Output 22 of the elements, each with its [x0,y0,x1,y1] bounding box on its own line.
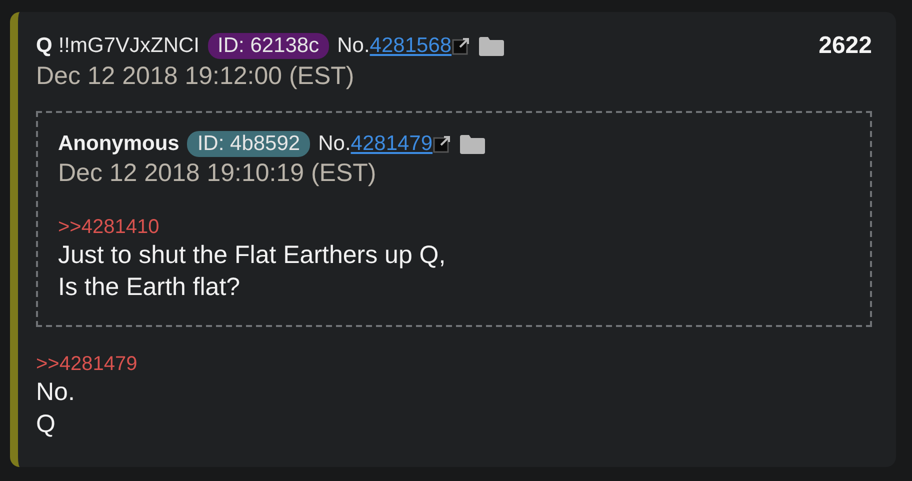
post-number-link[interactable]: 4281479 [350,132,433,156]
post-text: No. [36,377,76,408]
poster-name: Anonymous [58,132,180,156]
post-date: Dec 12 2018 19:10:19 (EST) [58,159,378,188]
post-text: Is the Earth flat? [58,272,242,303]
reply-link[interactable]: >>4281410 [58,216,160,239]
reply-link[interactable]: >>4281479 [36,353,138,376]
post-count: 2622 [818,32,872,60]
external-link-icon[interactable] [432,135,451,153]
folder-icon[interactable] [458,133,486,155]
poster-id-badge: ID: 62138c [208,33,330,59]
poster-id-badge: ID: 4b8592 [187,131,310,157]
external-link-icon[interactable] [452,37,470,55]
post-date: Dec 12 2018 19:12:00 (EST) [36,62,356,91]
post-number-label: No. [318,132,351,156]
post-number-link[interactable]: 4281568 [370,34,452,58]
post-text: Just to shut the Flat Earthers up Q, [58,240,447,271]
poster-name: Q [36,34,52,58]
post-text: Q [36,409,56,440]
folder-icon[interactable] [478,35,505,57]
post-number-label: No. [337,34,370,58]
tripcode: !!mG7VJxZNCI [58,34,200,58]
